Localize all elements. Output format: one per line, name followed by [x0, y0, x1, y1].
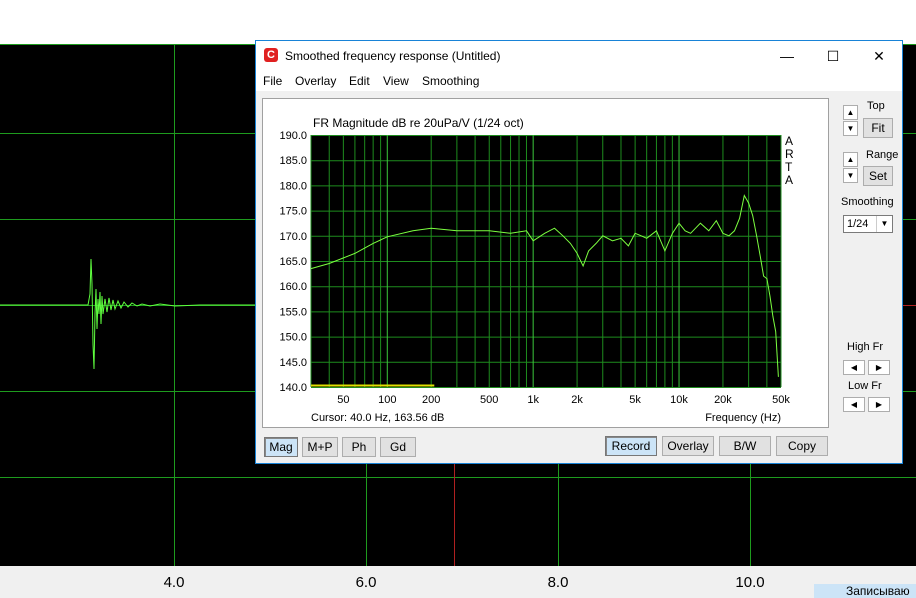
top-up-spin[interactable]: ▲	[843, 105, 858, 120]
time-tick-label: 4.0	[163, 574, 185, 591]
high-fr-left[interactable]: ◀	[843, 360, 865, 375]
y-tick-label: 150.0	[279, 332, 307, 344]
low-fr-left[interactable]: ◀	[843, 397, 865, 412]
background-toolbar-area	[0, 0, 916, 44]
ph-button[interactable]: Ph	[342, 437, 376, 457]
app-icon: C	[264, 48, 278, 62]
title-bar[interactable]: C Smoothed frequency response (Untitled)…	[256, 41, 902, 71]
y-tick-label: 160.0	[279, 281, 307, 293]
time-tick-label: 10.0	[735, 574, 765, 591]
y-tick-label: 190.0	[279, 130, 307, 142]
y-tick-label: 175.0	[279, 206, 307, 218]
background-time-axis	[0, 566, 916, 598]
fit-button[interactable]: Fit	[863, 118, 893, 138]
record-button[interactable]: Record	[605, 436, 657, 456]
frequency-response-plot-panel[interactable]: FR Magnitude dB re 20uPa/V (1/24 oct) 19…	[262, 98, 829, 428]
x-tick-label: 5k	[629, 394, 641, 406]
x-tick-label: 20k	[714, 394, 732, 406]
frequency-response-chart[interactable]: FR Magnitude dB re 20uPa/V (1/24 oct) 19…	[263, 99, 828, 427]
arta-letter: T	[785, 160, 793, 174]
menu-bar: File Overlay Edit View Smoothing	[256, 71, 902, 91]
time-tick-label: 8.0	[547, 574, 569, 591]
set-button[interactable]: Set	[863, 166, 893, 186]
chart-title: FR Magnitude dB re 20uPa/V (1/24 oct)	[313, 116, 524, 130]
window-title: Smoothed frequency response (Untitled)	[285, 49, 501, 63]
smoothing-label: Smoothing	[841, 196, 894, 208]
x-tick-label: 10k	[670, 394, 688, 406]
copy-button[interactable]: Copy	[776, 436, 828, 456]
range-up-spin[interactable]: ▲	[843, 152, 858, 167]
x-tick-label: 500	[480, 394, 498, 406]
arta-letter: A	[785, 173, 793, 187]
bw-button[interactable]: B/W	[719, 436, 771, 456]
y-tick-label: 185.0	[279, 155, 307, 167]
x-tick-label: 50k	[772, 394, 790, 406]
high-fr-right[interactable]: ▶	[868, 360, 890, 375]
y-tick-label: 180.0	[279, 180, 307, 192]
x-tick-label: 50	[337, 394, 349, 406]
x-tick-label: 100	[378, 394, 396, 406]
arta-letter: A	[785, 134, 793, 148]
x-tick-label: 200	[422, 394, 440, 406]
smoothing-value: 1/24	[847, 218, 869, 230]
high-fr-label: High Fr	[847, 341, 884, 353]
y-tick-label: 140.0	[279, 382, 307, 394]
smoothed-frequency-response-window: C Smoothed frequency response (Untitled)…	[255, 40, 903, 464]
y-tick-label: 145.0	[279, 357, 307, 369]
overlay-button[interactable]: Overlay	[662, 436, 714, 456]
mp-button[interactable]: M+P	[302, 437, 338, 457]
maximize-button[interactable]: ☐	[810, 41, 856, 71]
arta-letter: R	[785, 147, 794, 161]
y-tick-label: 165.0	[279, 256, 307, 268]
minimize-button[interactable]: —	[764, 41, 810, 71]
top-label: Top	[867, 100, 885, 112]
menu-file[interactable]: File	[263, 74, 282, 88]
menu-overlay[interactable]: Overlay	[295, 74, 336, 88]
x-tick-label: 1k	[527, 394, 539, 406]
top-down-spin[interactable]: ▼	[843, 121, 858, 136]
recording-status: Записываю	[814, 584, 916, 598]
low-fr-label: Low Fr	[848, 380, 882, 392]
low-fr-right[interactable]: ▶	[868, 397, 890, 412]
y-tick-label: 155.0	[279, 306, 307, 318]
chevron-down-icon[interactable]: ▼	[876, 216, 892, 232]
gd-button[interactable]: Gd	[380, 437, 416, 457]
y-tick-label: 170.0	[279, 231, 307, 243]
range-label: Range	[866, 149, 899, 161]
mag-button[interactable]: Mag	[264, 437, 298, 457]
cursor-readout: Cursor: 40.0 Hz, 163.56 dB	[311, 412, 444, 424]
x-axis-label: Frequency (Hz)	[705, 412, 781, 424]
menu-smoothing[interactable]: Smoothing	[422, 74, 479, 88]
x-tick-label: 2k	[571, 394, 583, 406]
time-tick-label: 6.0	[355, 574, 377, 591]
close-button[interactable]: ✕	[856, 41, 902, 71]
menu-view[interactable]: View	[383, 74, 409, 88]
menu-edit[interactable]: Edit	[349, 74, 370, 88]
range-down-spin[interactable]: ▼	[843, 168, 858, 183]
smoothing-select[interactable]: 1/24 ▼	[843, 215, 893, 233]
